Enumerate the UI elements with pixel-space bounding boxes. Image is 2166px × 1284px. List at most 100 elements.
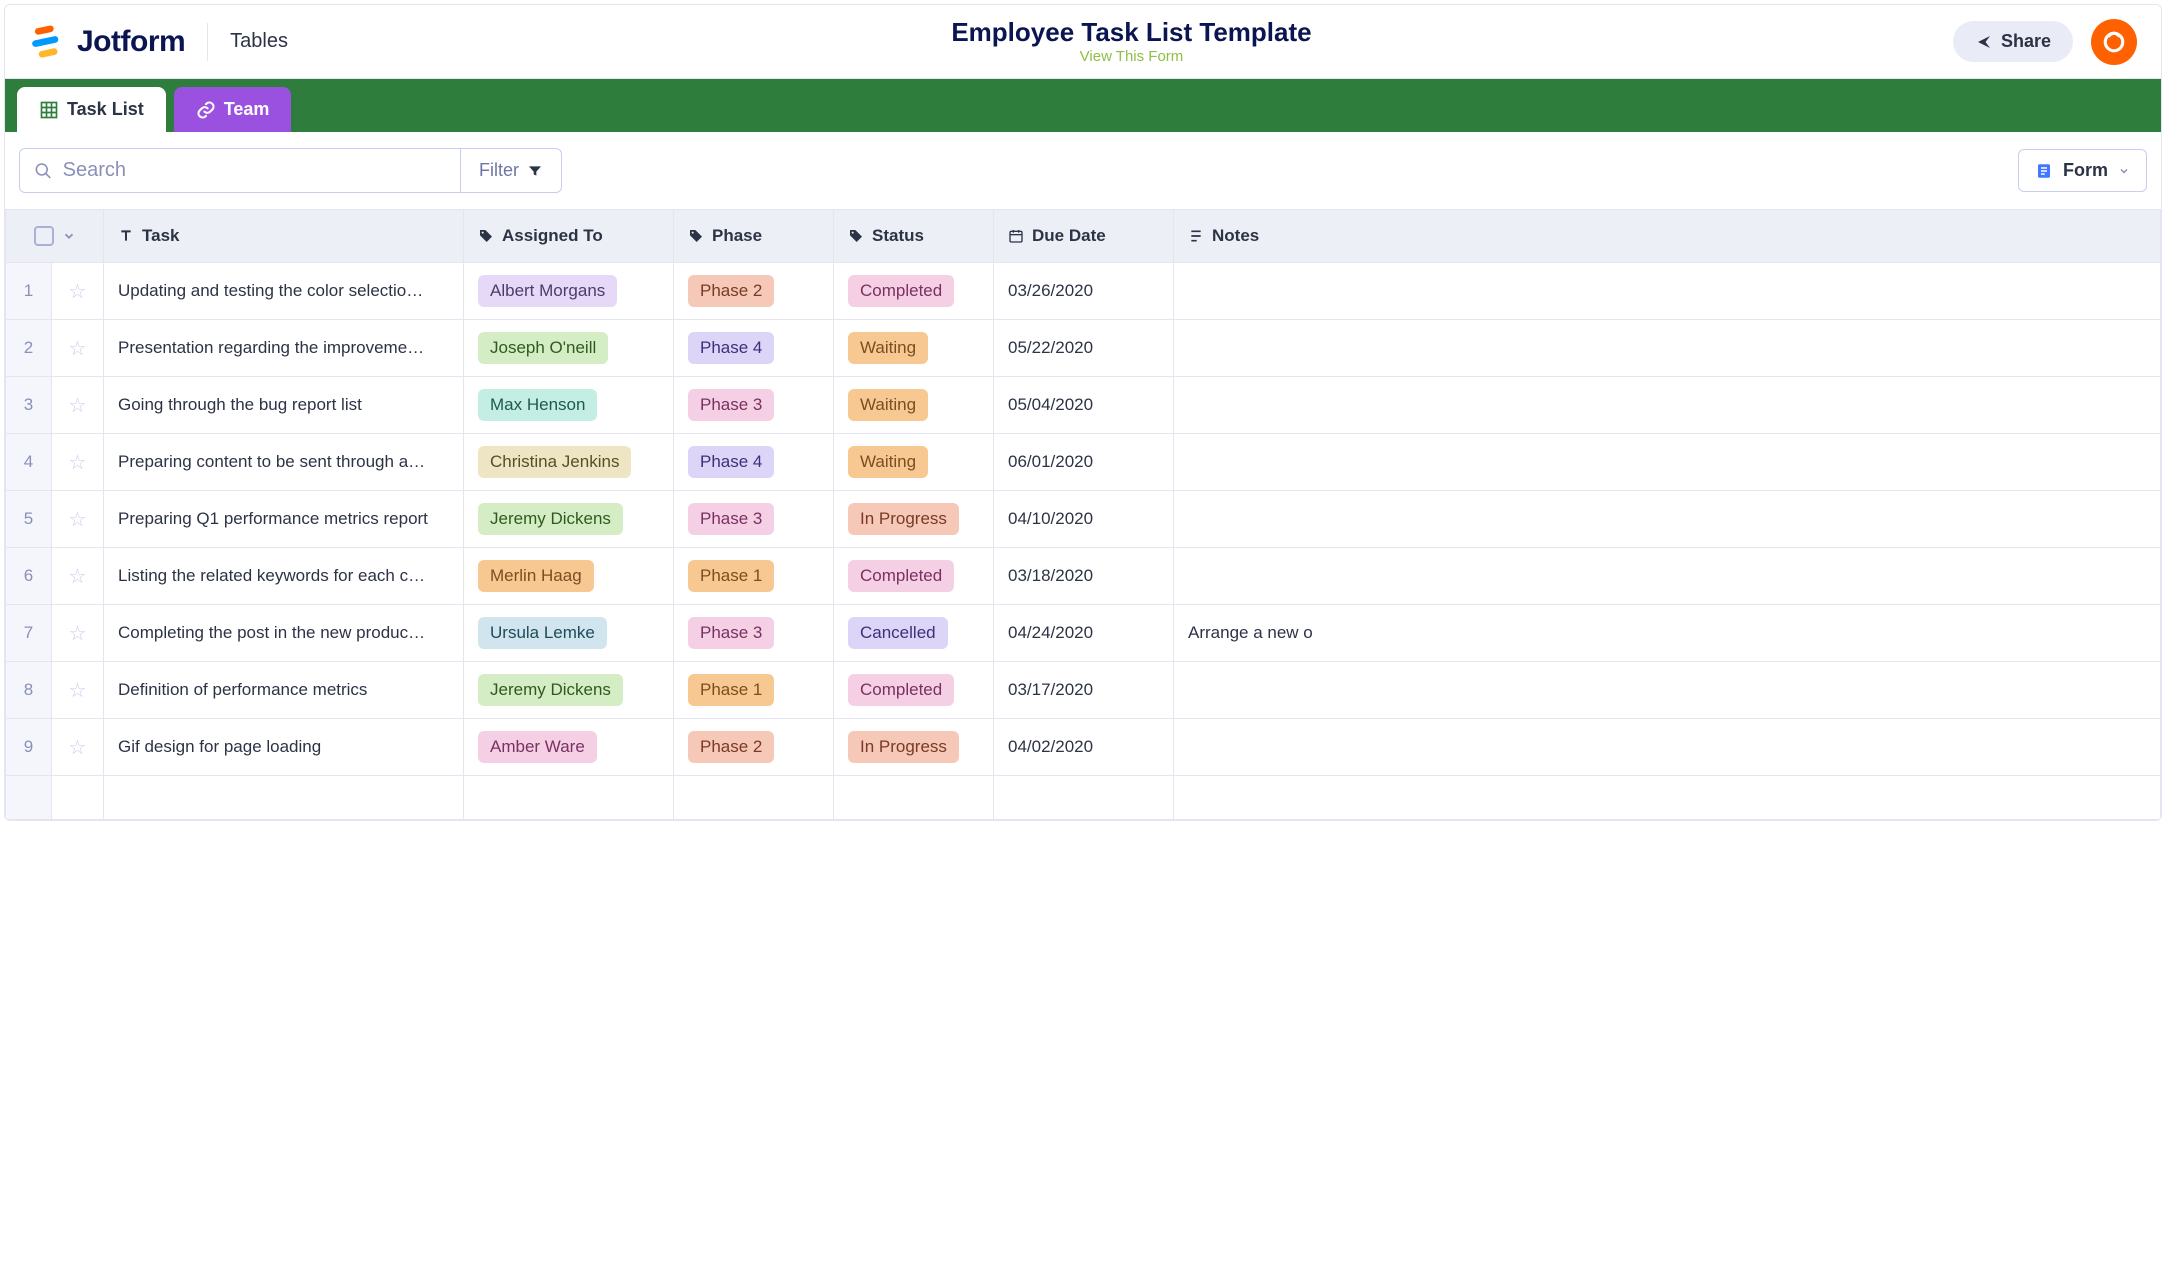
assigned-cell[interactable]: Christina Jenkins bbox=[464, 434, 674, 491]
table-row[interactable]: 4☆Preparing content to be sent through a… bbox=[6, 434, 2161, 491]
share-button[interactable]: Share bbox=[1953, 21, 2073, 62]
star-icon[interactable]: ☆ bbox=[69, 566, 87, 588]
task-cell[interactable]: Updating and testing the color selectio… bbox=[104, 263, 464, 320]
table-row[interactable]: 7☆Completing the post in the new produc…… bbox=[6, 605, 2161, 662]
star-icon[interactable]: ☆ bbox=[69, 395, 87, 417]
star-cell[interactable]: ☆ bbox=[52, 263, 104, 320]
phase-cell[interactable]: Phase 2 bbox=[674, 719, 834, 776]
notes-cell[interactable] bbox=[1174, 434, 2161, 491]
select-all-checkbox[interactable] bbox=[34, 226, 54, 246]
table-row[interactable]: 6☆Listing the related keywords for each … bbox=[6, 548, 2161, 605]
table-row[interactable]: 2☆Presentation regarding the improveme…J… bbox=[6, 320, 2161, 377]
star-cell[interactable]: ☆ bbox=[52, 662, 104, 719]
star-icon[interactable]: ☆ bbox=[69, 623, 87, 645]
phase-cell[interactable]: Phase 1 bbox=[674, 662, 834, 719]
col-phase[interactable]: Phase bbox=[674, 210, 834, 263]
phase-cell[interactable]: Phase 4 bbox=[674, 320, 834, 377]
view-form-link[interactable]: View This Form bbox=[1080, 48, 1184, 65]
star-icon[interactable]: ☆ bbox=[69, 452, 87, 474]
notes-cell[interactable] bbox=[1174, 548, 2161, 605]
notes-cell[interactable]: Arrange a new o bbox=[1174, 605, 2161, 662]
star-cell[interactable]: ☆ bbox=[52, 377, 104, 434]
task-cell[interactable]: Definition of performance metrics bbox=[104, 662, 464, 719]
assigned-cell[interactable]: Joseph O'neill bbox=[464, 320, 674, 377]
table-row[interactable]: 5☆Preparing Q1 performance metrics repor… bbox=[6, 491, 2161, 548]
tab-task-list[interactable]: Task List bbox=[17, 87, 166, 132]
assigned-cell[interactable]: Max Henson bbox=[464, 377, 674, 434]
table-row[interactable]: 9☆Gif design for page loadingAmber WareP… bbox=[6, 719, 2161, 776]
status-cell[interactable]: In Progress bbox=[834, 719, 994, 776]
status-cell[interactable]: Waiting bbox=[834, 434, 994, 491]
star-cell[interactable]: ☆ bbox=[52, 605, 104, 662]
assigned-cell[interactable]: Albert Morgans bbox=[464, 263, 674, 320]
assigned-cell[interactable]: Merlin Haag bbox=[464, 548, 674, 605]
empty-row[interactable] bbox=[6, 776, 2161, 820]
notes-cell[interactable] bbox=[1174, 719, 2161, 776]
due-cell[interactable]: 04/24/2020 bbox=[994, 605, 1174, 662]
task-cell[interactable]: Gif design for page loading bbox=[104, 719, 464, 776]
phase-cell[interactable]: Phase 3 bbox=[674, 605, 834, 662]
star-icon[interactable]: ☆ bbox=[69, 509, 87, 531]
col-task[interactable]: Task bbox=[104, 210, 464, 263]
star-icon[interactable]: ☆ bbox=[69, 338, 87, 360]
status-cell[interactable]: Waiting bbox=[834, 320, 994, 377]
table-row[interactable]: 1☆Updating and testing the color selecti… bbox=[6, 263, 2161, 320]
star-icon[interactable]: ☆ bbox=[69, 737, 87, 759]
header-select[interactable] bbox=[6, 210, 104, 263]
assigned-cell[interactable]: Ursula Lemke bbox=[464, 605, 674, 662]
status-cell[interactable]: Completed bbox=[834, 548, 994, 605]
col-status[interactable]: Status bbox=[834, 210, 994, 263]
notes-cell[interactable] bbox=[1174, 491, 2161, 548]
nav-tables[interactable]: Tables bbox=[208, 30, 310, 53]
col-notes[interactable]: Notes bbox=[1174, 210, 2161, 263]
notes-cell[interactable] bbox=[1174, 662, 2161, 719]
task-cell[interactable]: Presentation regarding the improveme… bbox=[104, 320, 464, 377]
avatar[interactable] bbox=[2091, 19, 2137, 65]
due-cell[interactable]: 03/17/2020 bbox=[994, 662, 1174, 719]
assigned-cell[interactable]: Amber Ware bbox=[464, 719, 674, 776]
status-cell[interactable]: Completed bbox=[834, 263, 994, 320]
table-row[interactable]: 3☆Going through the bug report listMax H… bbox=[6, 377, 2161, 434]
status-cell[interactable]: Completed bbox=[834, 662, 994, 719]
phase-cell[interactable]: Phase 3 bbox=[674, 491, 834, 548]
notes-cell[interactable] bbox=[1174, 320, 2161, 377]
notes-cell[interactable] bbox=[1174, 263, 2161, 320]
phase-cell[interactable]: Phase 1 bbox=[674, 548, 834, 605]
due-cell[interactable]: 03/18/2020 bbox=[994, 548, 1174, 605]
star-cell[interactable]: ☆ bbox=[52, 434, 104, 491]
due-cell[interactable]: 06/01/2020 bbox=[994, 434, 1174, 491]
task-cell[interactable]: Going through the bug report list bbox=[104, 377, 464, 434]
star-cell[interactable]: ☆ bbox=[52, 320, 104, 377]
status-cell[interactable]: Cancelled bbox=[834, 605, 994, 662]
phase-cell[interactable]: Phase 2 bbox=[674, 263, 834, 320]
notes-cell[interactable] bbox=[1174, 377, 2161, 434]
table-row[interactable]: 8☆Definition of performance metricsJerem… bbox=[6, 662, 2161, 719]
task-cell[interactable]: Preparing content to be sent through a… bbox=[104, 434, 464, 491]
status-cell[interactable]: Waiting bbox=[834, 377, 994, 434]
task-cell[interactable]: Listing the related keywords for each c… bbox=[104, 548, 464, 605]
filter-button[interactable]: Filter bbox=[460, 149, 561, 192]
col-due[interactable]: Due Date bbox=[994, 210, 1174, 263]
star-icon[interactable]: ☆ bbox=[69, 281, 87, 303]
star-cell[interactable]: ☆ bbox=[52, 548, 104, 605]
search-input[interactable] bbox=[63, 159, 446, 182]
due-cell[interactable]: 05/22/2020 bbox=[994, 320, 1174, 377]
star-icon[interactable]: ☆ bbox=[69, 680, 87, 702]
search-box[interactable] bbox=[20, 149, 460, 192]
due-cell[interactable]: 04/10/2020 bbox=[994, 491, 1174, 548]
assigned-cell[interactable]: Jeremy Dickens bbox=[464, 491, 674, 548]
form-view-button[interactable]: Form bbox=[2018, 149, 2147, 192]
brand-block[interactable]: Jotform bbox=[29, 23, 208, 61]
task-cell[interactable]: Completing the post in the new produc… bbox=[104, 605, 464, 662]
due-cell[interactable]: 04/02/2020 bbox=[994, 719, 1174, 776]
col-assigned[interactable]: Assigned To bbox=[464, 210, 674, 263]
assigned-cell[interactable]: Jeremy Dickens bbox=[464, 662, 674, 719]
due-cell[interactable]: 03/26/2020 bbox=[994, 263, 1174, 320]
task-cell[interactable]: Preparing Q1 performance metrics report bbox=[104, 491, 464, 548]
status-cell[interactable]: In Progress bbox=[834, 491, 994, 548]
star-cell[interactable]: ☆ bbox=[52, 719, 104, 776]
due-cell[interactable]: 05/04/2020 bbox=[994, 377, 1174, 434]
tab-team[interactable]: Team bbox=[174, 87, 292, 132]
chevron-down-icon[interactable] bbox=[62, 229, 76, 243]
phase-cell[interactable]: Phase 3 bbox=[674, 377, 834, 434]
